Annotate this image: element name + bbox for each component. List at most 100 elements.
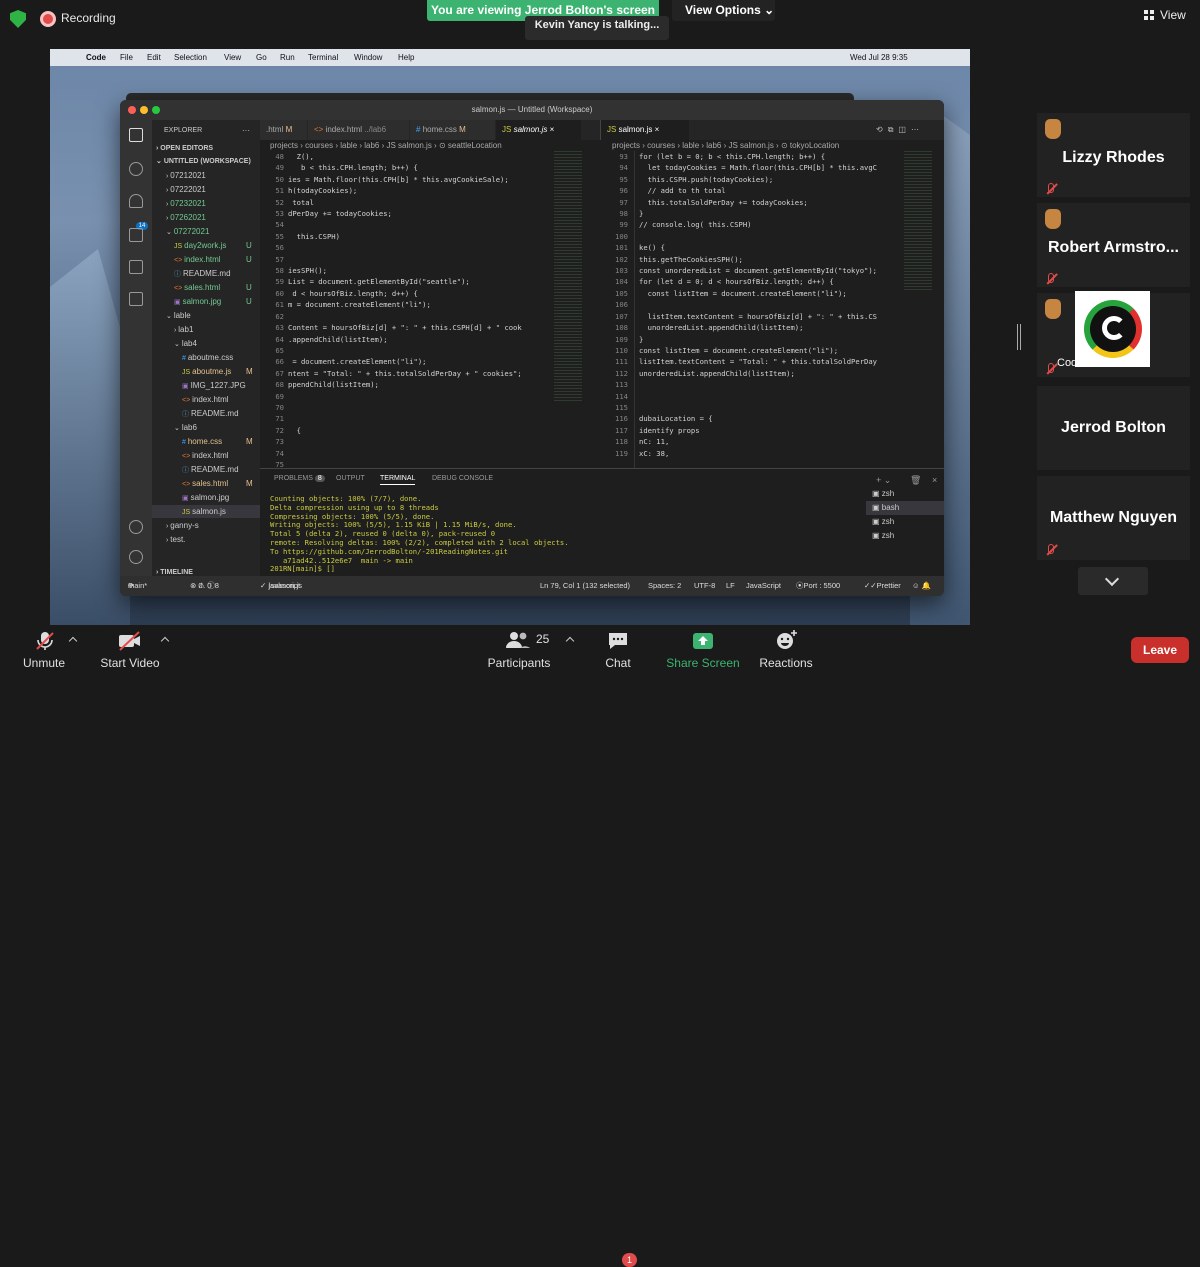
- new-terminal-icon[interactable]: + ⌄: [876, 475, 891, 486]
- participant-tile[interactable]: Matthew Nguyen: [1037, 476, 1190, 560]
- participant-tile[interactable]: CodeCrew Te...: [1037, 291, 1190, 377]
- tree-item[interactable]: › 07212021: [152, 169, 260, 182]
- video-options-chevron-icon[interactable]: [160, 636, 170, 646]
- tree-item[interactable]: <> index.html: [152, 449, 260, 462]
- tree-item[interactable]: JS aboutme.js M: [152, 365, 260, 378]
- search-icon[interactable]: [129, 162, 143, 176]
- menu-view[interactable]: View: [224, 49, 241, 66]
- encoding-status[interactable]: UTF-8: [694, 576, 715, 596]
- participant-tile[interactable]: Jerrod Bolton: [1037, 386, 1190, 470]
- cursor-position[interactable]: Ln 79, Col 1 (132 selected): [540, 576, 630, 596]
- tree-item[interactable]: JS salmon.js: [152, 505, 260, 518]
- tree-item[interactable]: ⌄ 07272021: [152, 225, 260, 238]
- account-icon[interactable]: [129, 520, 143, 534]
- eol-status[interactable]: LF: [726, 576, 735, 596]
- audio-options-chevron-icon[interactable]: [68, 636, 78, 646]
- tree-item[interactable]: ⓘ README.md: [152, 463, 260, 476]
- source-control-icon[interactable]: [129, 194, 143, 208]
- gallery-view-button[interactable]: View: [1144, 8, 1186, 22]
- menu-help[interactable]: Help: [398, 49, 414, 66]
- open-editors-section[interactable]: › OPEN EDITORS: [156, 142, 213, 155]
- timeline-section[interactable]: › TIMELINE: [156, 566, 193, 576]
- close-window-icon[interactable]: [128, 106, 136, 114]
- extensions-icon[interactable]: [129, 260, 143, 274]
- branch-status[interactable]: ⑂ main* ⟳: [128, 576, 147, 596]
- maximize-window-icon[interactable]: [152, 106, 160, 114]
- file-status[interactable]: ✓ javascript | salmon.js: [260, 576, 302, 596]
- chat-button[interactable]: Chat: [598, 626, 638, 675]
- tree-item[interactable]: # home.css M: [152, 435, 260, 448]
- tree-item[interactable]: ⌄ lab6: [152, 421, 260, 434]
- tree-item[interactable]: › ganny-s: [152, 519, 260, 532]
- tree-item[interactable]: ⓘ README.md: [152, 407, 260, 420]
- participants-button[interactable]: 25 Participants: [486, 626, 552, 675]
- code-editor-right[interactable]: for (let b = 0; b < this.CPH.length; b++…: [634, 151, 896, 468]
- gallery-scroll-down-button[interactable]: [1078, 567, 1148, 595]
- prettier-status[interactable]: ✓✓ Prettier: [864, 576, 901, 596]
- menu-edit[interactable]: Edit: [147, 49, 161, 66]
- leave-button[interactable]: Leave: [1131, 637, 1189, 663]
- language-status[interactable]: JavaScript: [746, 576, 781, 596]
- menu-code[interactable]: Code: [86, 49, 106, 66]
- tree-item[interactable]: ⌄ lable: [152, 309, 260, 322]
- view-options-button[interactable]: View Options ⌄: [672, 0, 775, 21]
- remote-explorer-icon[interactable]: [129, 292, 143, 306]
- menu-terminal[interactable]: Terminal: [308, 49, 338, 66]
- run-debug-icon[interactable]: [129, 228, 143, 242]
- participant-tile[interactable]: Robert Armstro...: [1037, 203, 1190, 287]
- terminal-item[interactable]: ▣ bash: [866, 501, 944, 515]
- tab-terminal[interactable]: TERMINAL: [380, 475, 416, 485]
- terminal-item[interactable]: ▣ zsh: [866, 515, 944, 529]
- tab-salmon-js-right[interactable]: JS salmon.js ×: [600, 120, 690, 140]
- feedback-icon[interactable]: ☺ 🔔: [912, 576, 931, 596]
- indent-status[interactable]: Spaces: 2: [648, 576, 681, 596]
- tab-problems[interactable]: PROBLEMS 8: [274, 475, 325, 482]
- tree-item[interactable]: ▣ salmon.jpg: [152, 491, 260, 504]
- tab-debug-console[interactable]: DEBUG CONSOLE: [432, 475, 493, 482]
- terminal-item[interactable]: ▣ zsh: [866, 529, 944, 543]
- tree-item[interactable]: › test.: [152, 533, 260, 546]
- explorer-icon[interactable]: [129, 128, 143, 142]
- tab-output[interactable]: OUTPUT: [336, 475, 365, 482]
- settings-gear-icon[interactable]: [129, 550, 143, 564]
- unmute-button[interactable]: Unmute: [18, 626, 70, 675]
- minimap-right[interactable]: [904, 151, 932, 291]
- terminal-item[interactable]: ▣ zsh: [866, 487, 944, 501]
- menu-run[interactable]: Run: [280, 49, 295, 66]
- minimap-left[interactable]: [554, 151, 582, 401]
- terminal-output[interactable]: Counting objects: 100% (7/7), done. Delt…: [270, 494, 569, 574]
- security-shield-icon[interactable]: [10, 10, 26, 28]
- tree-item[interactable]: JS day2work.js U: [152, 239, 260, 252]
- start-video-button[interactable]: Start Video: [98, 626, 162, 675]
- tree-item[interactable]: <> index.html: [152, 393, 260, 406]
- more-actions-icon[interactable]: ···: [242, 124, 250, 137]
- tree-item[interactable]: › 07222021: [152, 183, 260, 196]
- participants-options-chevron-icon[interactable]: [565, 636, 575, 646]
- tab-html[interactable]: .html M: [260, 120, 308, 140]
- minimize-window-icon[interactable]: [140, 106, 148, 114]
- reactions-button[interactable]: Reactions: [758, 626, 814, 675]
- workspace-section[interactable]: ⌄ UNTITLED (WORKSPACE): [156, 155, 251, 168]
- close-tab-icon[interactable]: ×: [550, 125, 555, 134]
- close-tab-icon[interactable]: ×: [655, 125, 660, 134]
- share-screen-button[interactable]: Share Screen: [664, 626, 742, 675]
- menu-go[interactable]: Go: [256, 49, 267, 66]
- close-panel-icon[interactable]: ×: [932, 475, 937, 485]
- live-server-status[interactable]: ⦿ Port : 5500: [796, 576, 840, 596]
- tree-item[interactable]: ⓘ README.md: [152, 267, 260, 280]
- participant-tile[interactable]: Lizzy Rhodes: [1037, 113, 1190, 197]
- tree-item[interactable]: ▣ IMG_1227.JPG: [152, 379, 260, 392]
- problems-status[interactable]: ⊗ 0 ⚠ 0 ⓘ 8: [190, 576, 219, 596]
- kill-terminal-icon[interactable]: 🗑: [910, 475, 921, 486]
- menu-window[interactable]: Window: [354, 49, 382, 66]
- tree-item[interactable]: › lab1: [152, 323, 260, 336]
- code-editor-left[interactable]: Z(), b < this.CPH.length; b++) { ies = M…: [288, 151, 550, 468]
- menu-file[interactable]: File: [120, 49, 133, 66]
- menu-selection[interactable]: Selection: [174, 49, 207, 66]
- tree-item[interactable]: <> index.html U: [152, 253, 260, 266]
- tree-item[interactable]: <> sales.html M: [152, 477, 260, 490]
- tree-item[interactable]: <> sales.html U: [152, 281, 260, 294]
- tree-item[interactable]: ▣ salmon.jpg U: [152, 295, 260, 308]
- panel-resize-handle[interactable]: [1017, 324, 1021, 350]
- tree-item[interactable]: › 07232021: [152, 197, 260, 210]
